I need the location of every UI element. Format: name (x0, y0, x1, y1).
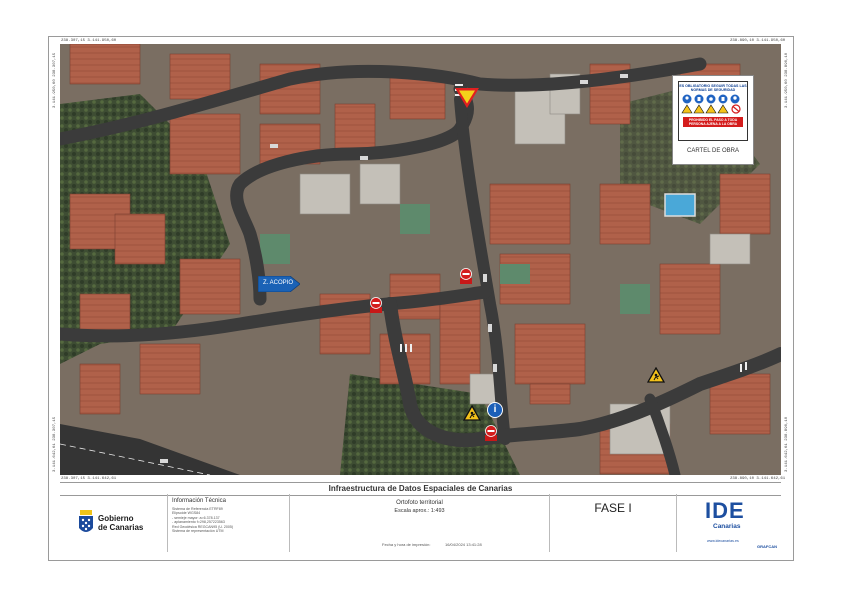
safety-pictograms-icon (681, 94, 741, 114)
ide-url[interactable]: www.idecanarias.es (707, 539, 739, 543)
gov-logo-line1: Gobierno (98, 514, 134, 523)
yield-sign-icon (455, 88, 479, 108)
product-name: Ortofoto territorial (396, 500, 443, 506)
coord-right-bottom: 3.141.642,61 238.890,10 (785, 416, 789, 472)
site-sign-footer: PROHIBIDO EL PASO A TODA PERSONA AJENA A… (683, 117, 743, 127)
mandatory-direction-sign-icon: i (487, 402, 503, 418)
phase-label: FASE I (594, 501, 632, 515)
coord-top-left: 238.307,15 3.141.950,60 (61, 39, 117, 43)
roadworks-warning-icon (463, 405, 481, 421)
no-entry-sign-icon (485, 425, 497, 441)
site-sign-graphic: ES OBLIGATORIO SEGUIR TODAS LAS NORMAS D… (678, 81, 748, 141)
site-sign-caption: CARTEL DE OBRA (686, 148, 739, 154)
gobierno-canarias-emblem-icon (79, 510, 93, 532)
gov-logo-cell: Gobierno de Canarias (60, 494, 168, 552)
coord-left-top: 3.141.950,60 238.307,15 (53, 52, 57, 108)
storage-zone-marker[interactable]: Z. ACOPIO (258, 276, 300, 292)
coord-bottom-left: 238.307,15 3.141.642,61 (61, 477, 117, 481)
ide-logo-sub: Canarias (713, 523, 741, 530)
coord-right-top: 3.141.950,60 238.890,10 (785, 52, 789, 108)
ide-logo: IDE (705, 498, 745, 523)
product-scale: Escala aprox.: 1:493 (394, 508, 445, 514)
gov-logo-line2: de Canarias (98, 523, 144, 532)
coord-bottom-right: 238.890,10 3.141.642,61 (730, 477, 786, 481)
print-date-label: Fecha y hora de impresión: (382, 542, 431, 547)
site-sign-header: ES OBLIGATORIO SEGUIR TODAS LAS NORMAS D… (679, 84, 747, 92)
tech-info-line: Sistema de representación UTM (172, 529, 224, 534)
product-cell: Ortofoto territorial Escala aprox.: 1:49… (290, 494, 550, 552)
tech-info-title: Información Técnica (172, 498, 226, 504)
grafcan-logo: GRAFCAN (757, 544, 777, 549)
no-entry-sign-icon (460, 268, 472, 284)
tech-info-line: - aplanamiento f=298,257223563 (172, 520, 225, 525)
phase-cell: FASE I (550, 494, 677, 552)
tech-info-cell: Información Técnica Sistema de Referenci… (168, 494, 290, 552)
title-block: Gobierno de Canarias Información Técnica… (60, 494, 781, 552)
coord-left-bottom: 3.141.642,61 238.307,15 (53, 416, 57, 472)
info-sign-glyph: i (493, 404, 497, 415)
site-sign-panel: ES OBLIGATORIO SEGUIR TODAS LAS NORMAS D… (672, 75, 754, 165)
storage-zone-label: Z. ACOPIO (263, 280, 294, 286)
ide-logo-cell: IDE Canarias www.idecanarias.es GRAFCAN (677, 494, 781, 552)
print-date: 16/04/2024 13:41:28 (445, 542, 482, 547)
coord-top-right: 238.890,10 3.141.950,60 (730, 39, 786, 43)
roadworks-warning-icon (647, 367, 665, 383)
tech-info-list: Sistema de Referencia ETRF89 Elipsoide W… (172, 507, 233, 533)
no-entry-sign-icon (370, 297, 382, 313)
